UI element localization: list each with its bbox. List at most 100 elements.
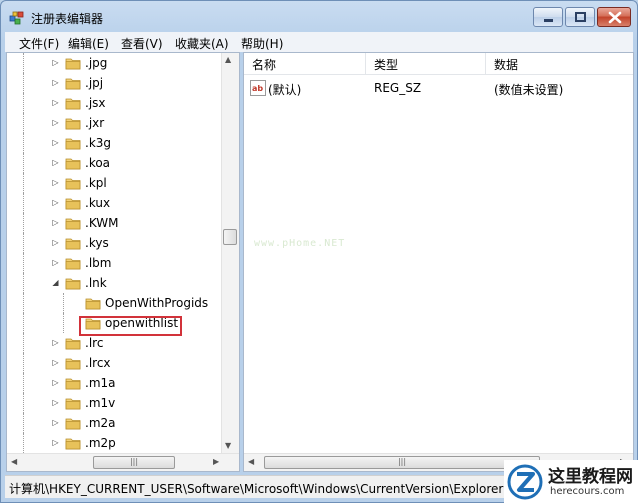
- title-bar[interactable]: 注册表编辑器: [1, 1, 637, 33]
- expand-arrow-icon[interactable]: ▷: [51, 158, 60, 167]
- column-header-type[interactable]: 类型: [366, 53, 486, 75]
- menu-bar: 文件(F) 编辑(E) 查看(V) 收藏夹(A) 帮助(H): [5, 32, 633, 52]
- expand-arrow-icon[interactable]: ▷: [51, 358, 60, 367]
- tree-guide-line: [23, 373, 24, 393]
- tree-guide-line: [23, 393, 24, 413]
- column-header-data[interactable]: 数据: [486, 53, 633, 75]
- menu-item-1[interactable]: 编辑(E): [68, 35, 109, 52]
- string-value-icon: ab: [250, 80, 266, 96]
- values-horizontal-scroll-thumb[interactable]: |||: [264, 456, 540, 469]
- close-button[interactable]: [597, 7, 631, 27]
- tree-item[interactable]: ▷ .KWM: [7, 213, 223, 233]
- site-watermark-logo: 这里教程网 herecours.com: [504, 460, 638, 503]
- tree-item[interactable]: ▷ .kys: [7, 233, 223, 253]
- tree-item-label: .kys: [85, 236, 109, 250]
- scroll-down-arrow-icon[interactable]: ▼: [225, 441, 231, 450]
- tree-item-label: .m2a: [85, 416, 116, 430]
- tree-item[interactable]: ▷ .m1a: [7, 373, 223, 393]
- tree-item[interactable]: OpenWithProgids: [7, 293, 223, 313]
- menu-item-0[interactable]: 文件(F): [19, 35, 59, 52]
- expand-arrow-icon[interactable]: ▷: [51, 378, 60, 387]
- folder-icon: [65, 215, 81, 231]
- tree-item[interactable]: ▷ .lbm: [7, 253, 223, 273]
- value-row[interactable]: ab (默认) REG_SZ (数值未设置): [244, 79, 633, 99]
- menu-item-2[interactable]: 查看(V): [121, 35, 163, 52]
- expand-arrow-icon[interactable]: ▷: [51, 178, 60, 187]
- tree-guide-line: [63, 313, 64, 333]
- tree-item[interactable]: ▷ .jpj: [7, 73, 223, 93]
- expand-arrow-icon[interactable]: ▷: [51, 398, 60, 407]
- tree-item[interactable]: ▷ .lrc: [7, 333, 223, 353]
- tree-item-label: OpenWithProgids: [105, 296, 209, 310]
- folder-icon: [65, 175, 81, 191]
- tree-item[interactable]: ▷ .jpg: [7, 53, 223, 73]
- folder-icon: [65, 375, 81, 391]
- key-tree-pane[interactable]: ▷ .jpg ▷ .jpj ▷ .jsx ▷ .jxr ▷ .k3g ▷ .koa ▷ .kpl ▷ .kux…: [6, 52, 240, 472]
- expand-arrow-icon[interactable]: ▷: [51, 418, 60, 427]
- tree-item[interactable]: ▷ .k3g: [7, 133, 223, 153]
- tree-item[interactable]: ▷ .kpl: [7, 173, 223, 193]
- tree-item[interactable]: ▷ .m1v: [7, 393, 223, 413]
- tree-guide-line: [23, 273, 24, 293]
- expand-arrow-icon[interactable]: ▷: [51, 198, 60, 207]
- tree-item[interactable]: ▷ .m2p: [7, 433, 223, 453]
- folder-icon: [65, 435, 81, 451]
- expand-arrow-icon[interactable]: ▷: [51, 258, 60, 267]
- expand-arrow-icon[interactable]: ▷: [51, 118, 60, 127]
- regedit-window: 注册表编辑器 文件(F) 编辑(E) 查看(V) 收藏夹(A) 帮助(H) ▷ .jpg ▷…: [0, 0, 638, 503]
- collapse-arrow-icon[interactable]: ◢: [51, 278, 60, 287]
- expand-arrow-icon[interactable]: ▷: [51, 438, 60, 447]
- minimize-button[interactable]: [533, 7, 563, 27]
- expand-arrow-icon[interactable]: ▷: [51, 238, 60, 247]
- maximize-icon: [575, 12, 586, 22]
- svg-text:ab: ab: [252, 84, 263, 93]
- expand-arrow-icon[interactable]: ▷: [51, 218, 60, 227]
- value-data: (数值未设置): [494, 83, 564, 97]
- tree-guide-line: [23, 93, 24, 113]
- current-key-path: 计算机\HKEY_CURRENT_USER\Software\Microsoft…: [9, 482, 504, 496]
- tree-item[interactable]: ▷ .jxr: [7, 113, 223, 133]
- scroll-right-arrow-icon[interactable]: ▶: [213, 457, 219, 466]
- tree-item[interactable]: ▷ .lrcx: [7, 353, 223, 373]
- folder-icon: [65, 95, 81, 111]
- scroll-left-arrow-icon[interactable]: ◀: [248, 457, 254, 466]
- tree-horizontal-scrollbar[interactable]: ◀ ||| ▶: [7, 453, 239, 471]
- tree-guide-line: [63, 293, 64, 313]
- watermark-text: www.pHome.NET: [254, 238, 346, 249]
- tree-item[interactable]: ▷ .jsx: [7, 93, 223, 113]
- expand-arrow-icon[interactable]: [71, 298, 80, 307]
- folder-icon: [65, 275, 81, 291]
- value-type: REG_SZ: [374, 81, 422, 95]
- tree-guide-line: [23, 433, 24, 453]
- expand-arrow-icon[interactable]: ▷: [51, 138, 60, 147]
- tree-item[interactable]: ▷ .m2a: [7, 413, 223, 433]
- tree-item[interactable]: ▷ .kux: [7, 193, 223, 213]
- menu-item-4[interactable]: 帮助(H): [241, 35, 283, 52]
- tree-item-label: .KWM: [85, 216, 119, 230]
- menu-item-3[interactable]: 收藏夹(A): [175, 35, 229, 52]
- folder-icon: [65, 335, 81, 351]
- scroll-left-arrow-icon[interactable]: ◀: [11, 457, 17, 466]
- maximize-button[interactable]: [565, 7, 595, 27]
- minimize-icon: [544, 19, 553, 22]
- expand-arrow-icon[interactable]: ▷: [51, 78, 60, 87]
- scroll-up-arrow-icon[interactable]: ▲: [225, 55, 231, 64]
- close-icon: [608, 11, 622, 24]
- tree-item-label: .jpj: [85, 76, 104, 90]
- column-header-name[interactable]: 名称: [244, 53, 366, 75]
- tree-guide-line: [23, 293, 24, 313]
- tree-item[interactable]: ▷ .koa: [7, 153, 223, 173]
- expand-arrow-icon[interactable]: ▷: [51, 98, 60, 107]
- tree-vertical-scrollbar[interactable]: ▲ ▼: [221, 53, 239, 455]
- tree-guide-line: [23, 253, 24, 273]
- tree-item[interactable]: ◢ .lnk: [7, 273, 223, 293]
- tree-item-label: .kpl: [85, 176, 107, 190]
- expand-arrow-icon[interactable]: ▷: [51, 338, 60, 347]
- folder-icon: [65, 115, 81, 131]
- tree-vertical-scroll-thumb[interactable]: [223, 229, 237, 245]
- values-pane[interactable]: 名称 类型 数据 ab (默认) REG_SZ (数值未设置) www.pHom…: [243, 52, 634, 472]
- expand-arrow-icon[interactable]: ▷: [51, 58, 60, 67]
- tree-horizontal-scroll-thumb[interactable]: |||: [93, 456, 175, 469]
- tree-item-label: .m1a: [85, 376, 116, 390]
- folder-icon: [65, 415, 81, 431]
